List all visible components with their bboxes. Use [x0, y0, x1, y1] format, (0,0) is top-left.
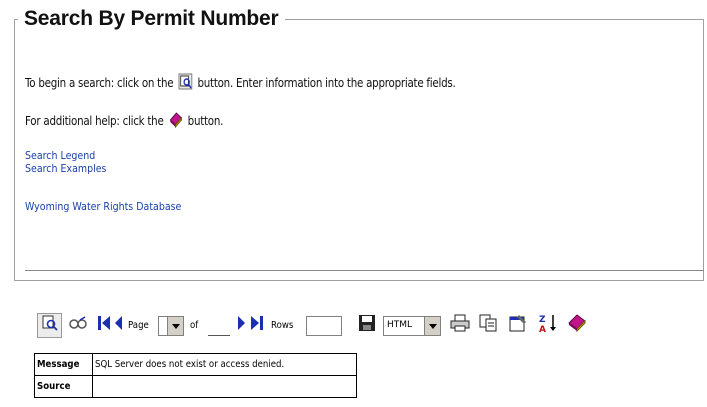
- section-title: Search By Permit Number: [18, 7, 285, 31]
- search-button[interactable]: [37, 313, 62, 338]
- properties-icon: [509, 314, 527, 337]
- query-button[interactable]: [66, 313, 90, 338]
- message-header: Message: [34, 353, 93, 376]
- print-button[interactable]: [448, 313, 472, 338]
- table-row: Source: [34, 375, 357, 398]
- table-row: Message SQL Server does not exist or acc…: [34, 353, 357, 376]
- last-page-icon: [250, 314, 264, 337]
- help-icon: [567, 313, 587, 338]
- save-button[interactable]: [355, 313, 379, 338]
- report-toolbar: Page of Rows HTML Z A: [0, 313, 707, 339]
- rows-input[interactable]: [306, 316, 342, 336]
- link-search-examples[interactable]: Search Examples: [25, 162, 106, 175]
- first-page-button[interactable]: [96, 313, 112, 338]
- save-icon: [358, 314, 376, 337]
- source-value: [92, 375, 357, 398]
- next-page-button[interactable]: [236, 313, 248, 338]
- chevron-down-icon: [424, 317, 440, 335]
- link-wyoming-water-rights-database[interactable]: Wyoming Water Rights Database: [25, 200, 181, 213]
- previous-page-icon: [113, 314, 123, 337]
- help-button[interactable]: [565, 313, 589, 338]
- source-header: Source: [34, 375, 93, 398]
- help-book-icon: [168, 111, 183, 129]
- of-label: of: [190, 320, 199, 331]
- properties-button[interactable]: [506, 313, 530, 338]
- svg-text:A: A: [539, 325, 546, 333]
- instruction-search: To begin a search: click on the button. …: [25, 73, 456, 90]
- print-icon: [450, 314, 470, 337]
- format-value: HTML: [387, 320, 413, 330]
- instruction-help-before: For additional help: click the: [25, 114, 164, 128]
- next-page-icon: [237, 314, 247, 337]
- panel-divider: [25, 270, 704, 271]
- search-panel: [14, 19, 704, 281]
- instruction-search-after: button. Enter information into the appro…: [197, 76, 456, 90]
- query-icon: [68, 315, 88, 336]
- link-search-legend[interactable]: Search Legend: [25, 149, 95, 162]
- last-page-button[interactable]: [249, 313, 265, 338]
- copy-icon: [479, 314, 497, 337]
- svg-text:Z: Z: [539, 315, 546, 325]
- instruction-help: For additional help: click the button.: [25, 111, 224, 129]
- previous-page-button[interactable]: [112, 313, 124, 338]
- search-icon: [41, 314, 59, 337]
- message-table: Message SQL Server does not exist or acc…: [34, 353, 357, 398]
- message-value: SQL Server does not exist or access deni…: [92, 353, 357, 376]
- page-select[interactable]: [158, 316, 184, 336]
- search-icon: [178, 73, 193, 90]
- instruction-help-after: button.: [187, 114, 224, 128]
- first-page-icon: [97, 314, 111, 337]
- page-label: Page: [128, 320, 149, 331]
- total-pages: [208, 313, 230, 336]
- instruction-search-before: To begin a search: click on the: [25, 76, 174, 90]
- sort-button[interactable]: ZA: [536, 313, 560, 338]
- copy-button[interactable]: [476, 313, 500, 338]
- rows-label: Rows: [271, 320, 294, 331]
- sort-icon: ZA: [538, 313, 558, 338]
- export-format-select[interactable]: HTML: [383, 316, 441, 336]
- chevron-down-icon: [167, 317, 183, 335]
